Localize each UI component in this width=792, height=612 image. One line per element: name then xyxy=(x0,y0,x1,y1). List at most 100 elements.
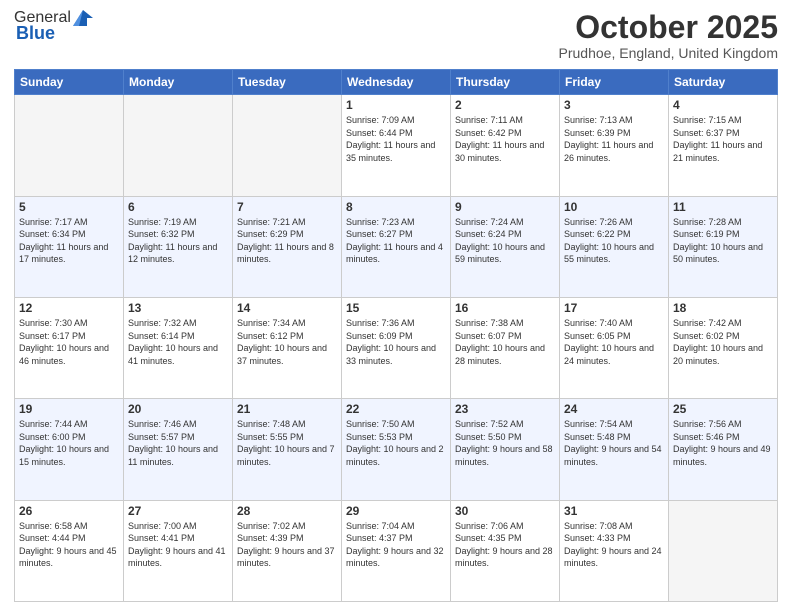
calendar-cell: 7Sunrise: 7:21 AMSunset: 6:29 PMDaylight… xyxy=(233,196,342,297)
day-number: 15 xyxy=(346,301,446,315)
day-info: Sunrise: 7:34 AMSunset: 6:12 PMDaylight:… xyxy=(237,317,337,367)
day-number: 27 xyxy=(128,504,228,518)
logo-blue-text: Blue xyxy=(16,24,55,42)
calendar-cell: 22 Sunrise: 7:50 AMSunset: 5:53 PMDayligh… xyxy=(342,399,451,500)
day-number: 23 xyxy=(455,402,555,416)
logo: General Blue xyxy=(14,10,93,42)
day-info: Sunrise: 7:36 AMSunset: 6:09 PMDaylight:… xyxy=(346,317,446,367)
calendar-header-row: SundayMondayTuesdayWednesdayThursdayFrid… xyxy=(15,70,778,95)
calendar-cell: 27 Sunrise: 7:00 AMSunset: 4:41 PMDayligh… xyxy=(124,500,233,601)
calendar-cell: 15 Sunrise: 7:36 AMSunset: 6:09 PMDayligh… xyxy=(342,297,451,398)
day-number: 18 xyxy=(673,301,773,315)
day-number: 13 xyxy=(128,301,228,315)
calendar-cell: 23 Sunrise: 7:52 AMSunset: 5:50 PMDayligh… xyxy=(451,399,560,500)
day-number: 20 xyxy=(128,402,228,416)
day-info: Sunrise: 7:08 AMSunset: 4:33 PMDaylight:… xyxy=(564,520,664,570)
week-row-3: 12Sunrise: 7:30 AMSunset: 6:17 PMDayligh… xyxy=(15,297,778,398)
day-number: 1 xyxy=(346,98,446,112)
calendar-cell: 3 Sunrise: 7:13 AMSunset: 6:39 PMDaylight… xyxy=(560,95,669,196)
calendar-cell: 18 Sunrise: 7:42 AMSunset: 6:02 PMDayligh… xyxy=(669,297,778,398)
day-info: Sunrise: 7:00 AMSunset: 4:41 PMDaylight:… xyxy=(128,520,228,570)
week-row-2: 5Sunrise: 7:17 AMSunset: 6:34 PMDaylight… xyxy=(15,196,778,297)
day-info: Sunrise: 7:04 AMSunset: 4:37 PMDaylight:… xyxy=(346,520,446,570)
day-info: Sunrise: 7:50 AMSunset: 5:53 PMDaylight:… xyxy=(346,418,446,468)
calendar-cell: 2 Sunrise: 7:11 AMSunset: 6:42 PMDaylight… xyxy=(451,95,560,196)
day-info: Sunrise: 7:13 AMSunset: 6:39 PMDaylight:… xyxy=(564,114,664,164)
day-info: Sunrise: 7:38 AMSunset: 6:07 PMDaylight:… xyxy=(455,317,555,367)
calendar-cell: 19Sunrise: 7:44 AMSunset: 6:00 PMDayligh… xyxy=(15,399,124,500)
col-header-monday: Monday xyxy=(124,70,233,95)
calendar-cell: 4 Sunrise: 7:15 AMSunset: 6:37 PMDaylight… xyxy=(669,95,778,196)
calendar-cell: 17Sunrise: 7:40 AMSunset: 6:05 PMDayligh… xyxy=(560,297,669,398)
day-number: 21 xyxy=(237,402,337,416)
col-header-tuesday: Tuesday xyxy=(233,70,342,95)
col-header-wednesday: Wednesday xyxy=(342,70,451,95)
calendar-cell: 28 Sunrise: 7:02 AMSunset: 4:39 PMDayligh… xyxy=(233,500,342,601)
calendar-cell: 12Sunrise: 7:30 AMSunset: 6:17 PMDayligh… xyxy=(15,297,124,398)
week-row-5: 26 Sunrise: 6:58 AMSunset: 4:44 PMDayligh… xyxy=(15,500,778,601)
calendar-cell: 20 Sunrise: 7:46 AMSunset: 5:57 PMDayligh… xyxy=(124,399,233,500)
day-number: 22 xyxy=(346,402,446,416)
day-number: 26 xyxy=(19,504,119,518)
day-info: Sunrise: 7:52 AMSunset: 5:50 PMDaylight:… xyxy=(455,418,555,468)
day-info: Sunrise: 6:58 AMSunset: 4:44 PMDaylight:… xyxy=(19,520,119,570)
calendar-table: SundayMondayTuesdayWednesdayThursdayFrid… xyxy=(14,69,778,602)
calendar-cell: 6 Sunrise: 7:19 AMSunset: 6:32 PMDaylight… xyxy=(124,196,233,297)
calendar-cell: 11 Sunrise: 7:28 AMSunset: 6:19 PMDayligh… xyxy=(669,196,778,297)
day-info: Sunrise: 7:02 AMSunset: 4:39 PMDaylight:… xyxy=(237,520,337,570)
day-info: Sunrise: 7:24 AMSunset: 6:24 PMDaylight:… xyxy=(455,216,555,266)
day-number: 3 xyxy=(564,98,664,112)
col-header-friday: Friday xyxy=(560,70,669,95)
day-info: Sunrise: 7:06 AMSunset: 4:35 PMDaylight:… xyxy=(455,520,555,570)
location: Prudhoe, England, United Kingdom xyxy=(559,45,778,61)
header-right: October 2025 Prudhoe, England, United Ki… xyxy=(559,10,778,61)
day-info: Sunrise: 7:09 AMSunset: 6:44 PMDaylight:… xyxy=(346,114,446,164)
month-title: October 2025 xyxy=(559,10,778,45)
week-row-1: 1 Sunrise: 7:09 AMSunset: 6:44 PMDaylight… xyxy=(15,95,778,196)
calendar-cell: 8Sunrise: 7:23 AMSunset: 6:27 PMDaylight… xyxy=(342,196,451,297)
page: General Blue October 2025 Prudhoe, Engla… xyxy=(0,0,792,612)
day-info: Sunrise: 7:56 AMSunset: 5:46 PMDaylight:… xyxy=(673,418,773,468)
logo-icon xyxy=(73,10,93,26)
day-info: Sunrise: 7:28 AMSunset: 6:19 PMDaylight:… xyxy=(673,216,773,266)
day-number: 25 xyxy=(673,402,773,416)
day-info: Sunrise: 7:44 AMSunset: 6:00 PMDaylight:… xyxy=(19,418,119,468)
calendar-cell xyxy=(233,95,342,196)
week-row-4: 19Sunrise: 7:44 AMSunset: 6:00 PMDayligh… xyxy=(15,399,778,500)
day-number: 11 xyxy=(673,200,773,214)
day-number: 28 xyxy=(237,504,337,518)
day-info: Sunrise: 7:46 AMSunset: 5:57 PMDaylight:… xyxy=(128,418,228,468)
col-header-thursday: Thursday xyxy=(451,70,560,95)
day-info: Sunrise: 7:40 AMSunset: 6:05 PMDaylight:… xyxy=(564,317,664,367)
calendar-cell: 24Sunrise: 7:54 AMSunset: 5:48 PMDayligh… xyxy=(560,399,669,500)
day-number: 7 xyxy=(237,200,337,214)
day-number: 2 xyxy=(455,98,555,112)
day-number: 10 xyxy=(564,200,664,214)
calendar-cell: 26 Sunrise: 6:58 AMSunset: 4:44 PMDayligh… xyxy=(15,500,124,601)
calendar-cell: 5Sunrise: 7:17 AMSunset: 6:34 PMDaylight… xyxy=(15,196,124,297)
day-info: Sunrise: 7:15 AMSunset: 6:37 PMDaylight:… xyxy=(673,114,773,164)
day-number: 14 xyxy=(237,301,337,315)
calendar-cell: 16Sunrise: 7:38 AMSunset: 6:07 PMDayligh… xyxy=(451,297,560,398)
day-number: 4 xyxy=(673,98,773,112)
calendar-cell xyxy=(15,95,124,196)
day-number: 8 xyxy=(346,200,446,214)
calendar-cell: 14 Sunrise: 7:34 AMSunset: 6:12 PMDayligh… xyxy=(233,297,342,398)
calendar-cell: 9 Sunrise: 7:24 AMSunset: 6:24 PMDaylight… xyxy=(451,196,560,297)
calendar-cell: 13Sunrise: 7:32 AMSunset: 6:14 PMDayligh… xyxy=(124,297,233,398)
day-number: 9 xyxy=(455,200,555,214)
day-info: Sunrise: 7:26 AMSunset: 6:22 PMDaylight:… xyxy=(564,216,664,266)
calendar-cell: 29 Sunrise: 7:04 AMSunset: 4:37 PMDayligh… xyxy=(342,500,451,601)
day-info: Sunrise: 7:30 AMSunset: 6:17 PMDaylight:… xyxy=(19,317,119,367)
calendar-cell: 30Sunrise: 7:06 AMSunset: 4:35 PMDayligh… xyxy=(451,500,560,601)
day-info: Sunrise: 7:42 AMSunset: 6:02 PMDaylight:… xyxy=(673,317,773,367)
day-info: Sunrise: 7:19 AMSunset: 6:32 PMDaylight:… xyxy=(128,216,228,266)
day-number: 6 xyxy=(128,200,228,214)
col-header-saturday: Saturday xyxy=(669,70,778,95)
day-info: Sunrise: 7:48 AMSunset: 5:55 PMDaylight:… xyxy=(237,418,337,468)
calendar-cell: 21 Sunrise: 7:48 AMSunset: 5:55 PMDayligh… xyxy=(233,399,342,500)
day-number: 31 xyxy=(564,504,664,518)
day-number: 29 xyxy=(346,504,446,518)
col-header-sunday: Sunday xyxy=(15,70,124,95)
day-info: Sunrise: 7:11 AMSunset: 6:42 PMDaylight:… xyxy=(455,114,555,164)
